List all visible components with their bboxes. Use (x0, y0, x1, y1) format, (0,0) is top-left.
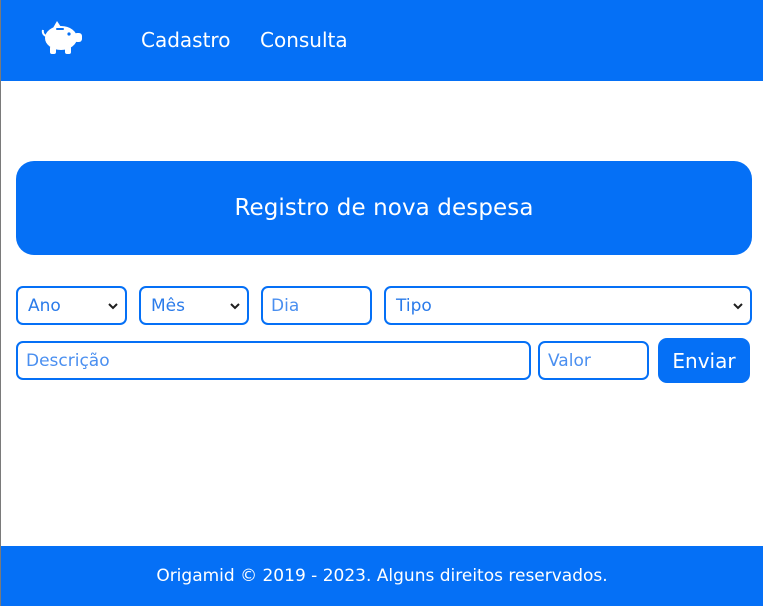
piggy-bank-icon[interactable] (41, 18, 85, 58)
chevron-down-icon (733, 302, 743, 309)
ano-select[interactable]: Ano (16, 286, 127, 325)
tipo-select-value: Tipo (396, 295, 432, 316)
footer-copyright: Origamid © 2019 - 2023. Alguns direitos … (156, 566, 608, 586)
footer: Origamid © 2019 - 2023. Alguns direitos … (1, 546, 763, 606)
ano-select-value: Ano (28, 295, 61, 316)
page-title: Registro de nova despesa (234, 195, 534, 221)
descricao-input[interactable] (16, 341, 531, 380)
page-title-banner: Registro de nova despesa (16, 161, 752, 255)
window-edge (0, 0, 1, 606)
dia-input[interactable] (261, 286, 372, 325)
valor-input[interactable] (538, 341, 649, 380)
chevron-down-icon (108, 302, 118, 309)
nav-link-cadastro[interactable]: Cadastro (141, 26, 230, 54)
mes-select[interactable]: Mês (139, 286, 249, 325)
chevron-down-icon (230, 302, 240, 309)
mes-select-value: Mês (151, 295, 185, 316)
top-header: Cadastro Consulta (1, 0, 763, 81)
nav-link-consulta[interactable]: Consulta (260, 26, 348, 54)
tipo-select[interactable]: Tipo (384, 286, 752, 325)
enviar-button[interactable]: Enviar (658, 338, 750, 383)
